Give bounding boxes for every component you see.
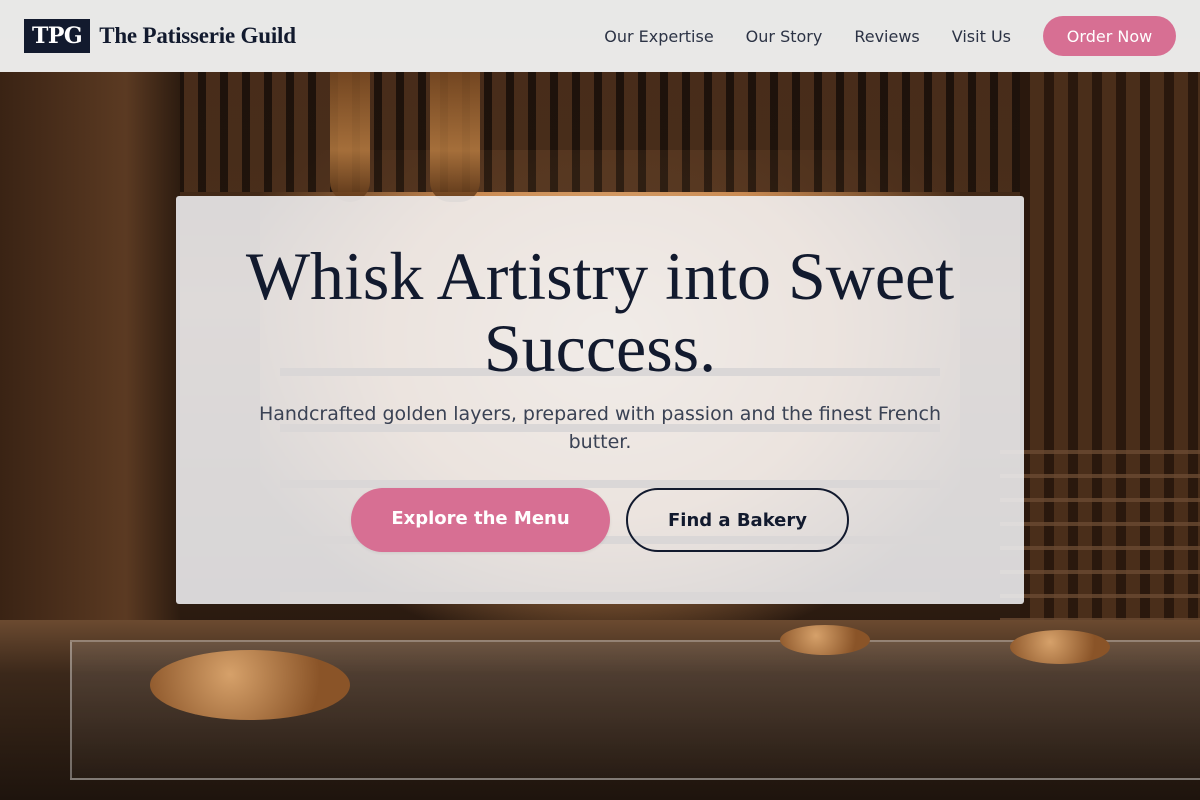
left-wall: [0, 72, 180, 632]
brand-name: The Patisserie Guild: [99, 23, 296, 48]
pendant-lamp: [430, 72, 480, 202]
nav-link-reviews[interactable]: Reviews: [854, 27, 919, 46]
find-bakery-button[interactable]: Find a Bakery: [626, 488, 849, 552]
nav-link-our-expertise[interactable]: Our Expertise: [604, 27, 713, 46]
brand-logo[interactable]: TPG The Patisserie Guild: [24, 19, 296, 53]
pastry-tray: [1010, 630, 1110, 664]
bread-basket: [150, 650, 350, 720]
logo-mark: TPG: [24, 19, 91, 53]
hero-actions: Explore the Menu Find a Bakery: [351, 488, 849, 552]
hero-subtitle: Handcrafted golden layers, prepared with…: [258, 403, 942, 453]
explore-menu-button[interactable]: Explore the Menu: [351, 488, 610, 552]
right-pastry-shelves: [1000, 430, 1200, 630]
hero-title: Whisk Artistry into Sweet Success.: [245, 238, 955, 386]
pendant-lamp: [330, 72, 370, 202]
order-now-button[interactable]: Order Now: [1043, 16, 1176, 56]
pastry-tray: [780, 625, 870, 655]
hero-card: Whisk Artistry into Sweet Success. Handc…: [176, 196, 1024, 604]
nav-link-our-story[interactable]: Our Story: [746, 27, 823, 46]
top-nav-bar: TPG The Patisserie Guild Our Expertise O…: [0, 0, 1200, 72]
nav-link-visit-us[interactable]: Visit Us: [952, 27, 1011, 46]
nav-links: Our Expertise Our Story Reviews Visit Us…: [604, 16, 1176, 56]
